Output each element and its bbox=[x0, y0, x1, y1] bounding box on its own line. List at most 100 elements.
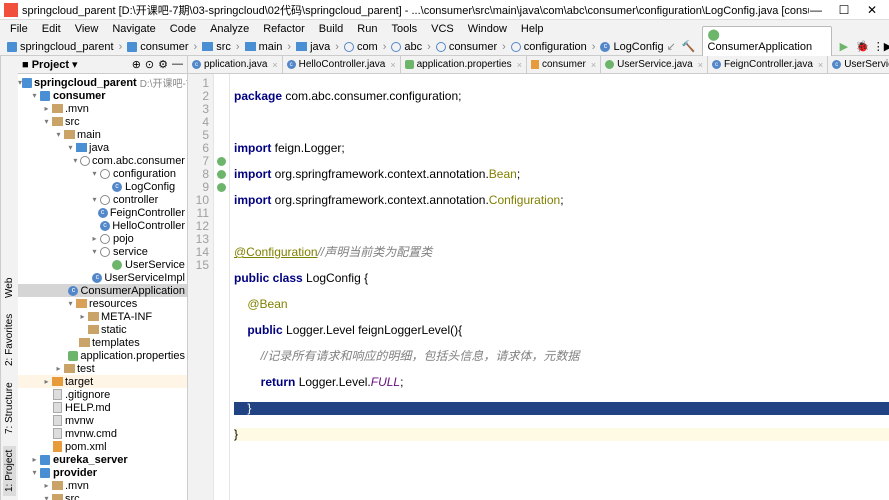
menu-window[interactable]: Window bbox=[462, 22, 513, 36]
tree-mvn[interactable]: ▸.mvn bbox=[18, 102, 187, 115]
tree-psrc[interactable]: ▾src bbox=[18, 492, 187, 500]
bean-gutter-icon[interactable] bbox=[217, 170, 226, 179]
titlebar: springcloud_parent [D:\开课吧-7期\03-springc… bbox=[0, 0, 889, 20]
left-tool-rail: 1: Project 7: Structure 2: Favorites Web bbox=[0, 56, 18, 500]
tree-src[interactable]: ▾src bbox=[18, 115, 187, 128]
tree-usrsvcimpl[interactable]: cUserServiceImpl bbox=[18, 271, 187, 284]
tree-java[interactable]: ▾java bbox=[18, 141, 187, 154]
app-icon bbox=[4, 3, 18, 17]
tree-test[interactable]: ▸test bbox=[18, 362, 187, 375]
editor-tabs: cpplication.java× cHelloController.java×… bbox=[188, 56, 889, 74]
run-icon[interactable]: ▶ bbox=[838, 40, 850, 54]
editor-pane: cpplication.java× cHelloController.java×… bbox=[188, 56, 889, 500]
menu-run[interactable]: Run bbox=[351, 22, 383, 36]
tree-controller[interactable]: ▾controller bbox=[18, 193, 187, 206]
close-icon[interactable]: × bbox=[517, 60, 522, 70]
tree-feignctl[interactable]: cFeignController bbox=[18, 206, 187, 219]
tab-consumer[interactable]: consumer× bbox=[527, 56, 601, 73]
close-icon[interactable]: × bbox=[272, 60, 277, 70]
tree-pmvn[interactable]: ▸.mvn bbox=[18, 479, 187, 492]
tree-mvnwcmd[interactable]: mvnw.cmd bbox=[18, 427, 187, 440]
crumb-abc[interactable]: abc bbox=[388, 41, 425, 53]
tree-gitignore[interactable]: .gitignore bbox=[18, 388, 187, 401]
crumb-file[interactable]: cLogConfig bbox=[597, 41, 666, 53]
tab-appprops[interactable]: application.properties× bbox=[401, 56, 527, 73]
menu-refactor[interactable]: Refactor bbox=[257, 22, 311, 36]
project-header: ■ Project ▾ ⊕ ⊙ ⚙ — bbox=[18, 56, 187, 74]
tab-helloctl[interactable]: cHelloController.java× bbox=[283, 56, 401, 73]
close-icon[interactable]: × bbox=[390, 60, 395, 70]
tree-root[interactable]: ▾springcloud_parentD:\开课吧-7期\03-spring bbox=[18, 76, 187, 89]
navigation-bar: springcloud_parent› consumer› src› main›… bbox=[0, 38, 889, 56]
tab-app-java[interactable]: cpplication.java× bbox=[188, 56, 283, 73]
close-icon[interactable]: × bbox=[698, 60, 703, 70]
crumb-config[interactable]: configuration bbox=[508, 41, 590, 53]
bean-gutter-icon[interactable] bbox=[217, 183, 226, 192]
hide-icon[interactable]: — bbox=[172, 58, 183, 71]
rail-web[interactable]: Web bbox=[3, 273, 16, 301]
crumb-src[interactable]: src bbox=[199, 41, 234, 53]
tree-logconfig[interactable]: cLogConfig bbox=[18, 180, 187, 193]
close-icon[interactable]: × bbox=[591, 60, 596, 70]
editor[interactable]: 123456789101112131415 package com.abc.co… bbox=[188, 74, 889, 500]
menu-build[interactable]: Build bbox=[313, 22, 349, 36]
rail-structure[interactable]: 7: Structure bbox=[3, 378, 16, 438]
hammer-icon[interactable]: 🔨 bbox=[682, 40, 696, 53]
code-area[interactable]: package com.abc.consumer.configuration; … bbox=[230, 74, 889, 500]
tree-pkg[interactable]: ▾com.abc.consumer bbox=[18, 154, 187, 167]
tree-usrsvc[interactable]: UserService bbox=[18, 258, 187, 271]
tree-help[interactable]: HELP.md bbox=[18, 401, 187, 414]
tree-consapp[interactable]: cConsumerApplication bbox=[18, 284, 187, 297]
debug-icon[interactable]: 🐞 bbox=[856, 40, 870, 54]
tree-target[interactable]: ▸target bbox=[18, 375, 187, 388]
minimize-button[interactable]: — bbox=[809, 3, 823, 17]
tab-usrsvc[interactable]: UserService.java× bbox=[601, 56, 708, 73]
tree-static[interactable]: static bbox=[18, 323, 187, 336]
menu-tools[interactable]: Tools bbox=[385, 22, 423, 36]
tree-mvnw[interactable]: mvnw bbox=[18, 414, 187, 427]
tree-main[interactable]: ▾main bbox=[18, 128, 187, 141]
bean-gutter-icon[interactable] bbox=[217, 157, 226, 166]
tree-pojo[interactable]: ▸pojo bbox=[18, 232, 187, 245]
tab-feignctl[interactable]: cFeignController.java× bbox=[708, 56, 828, 73]
rail-project[interactable]: 1: Project bbox=[3, 446, 16, 496]
nav-back-icon[interactable]: ↙ bbox=[667, 40, 676, 53]
project-tree[interactable]: ▾springcloud_parentD:\开课吧-7期\03-spring ▾… bbox=[18, 74, 187, 500]
collapse-icon[interactable]: ⊕ bbox=[132, 58, 141, 71]
crumb-java[interactable]: java bbox=[293, 41, 333, 53]
tree-resources[interactable]: ▾resources bbox=[18, 297, 187, 310]
line-gutter: 123456789101112131415 bbox=[188, 74, 214, 500]
tree-helloctl[interactable]: cHelloController bbox=[18, 219, 187, 232]
tree-provider[interactable]: ▾provider bbox=[18, 466, 187, 479]
close-button[interactable]: ✕ bbox=[865, 3, 879, 17]
menu-help[interactable]: Help bbox=[515, 22, 550, 36]
locate-icon[interactable]: ⊙ bbox=[145, 58, 154, 71]
menu-vcs[interactable]: VCS bbox=[425, 22, 460, 36]
crumb-consumer[interactable]: consumer bbox=[433, 41, 500, 53]
run-dots-icon[interactable]: ⋮▶ bbox=[875, 40, 889, 54]
tree-pom[interactable]: pom.xml bbox=[18, 440, 187, 453]
crumb-root[interactable]: springcloud_parent bbox=[4, 41, 117, 53]
menu-navigate[interactable]: Navigate bbox=[106, 22, 161, 36]
tree-templates[interactable]: templates bbox=[18, 336, 187, 349]
menu-file[interactable]: File bbox=[4, 22, 34, 36]
crumb-main[interactable]: main bbox=[242, 41, 286, 53]
tree-appprops[interactable]: application.properties bbox=[18, 349, 187, 362]
tree-service[interactable]: ▾service bbox=[18, 245, 187, 258]
tree-metainf[interactable]: ▸META-INF bbox=[18, 310, 187, 323]
menu-code[interactable]: Code bbox=[164, 22, 202, 36]
menu-view[interactable]: View bbox=[69, 22, 105, 36]
crumb-module[interactable]: consumer bbox=[124, 41, 191, 53]
close-icon[interactable]: × bbox=[818, 60, 823, 70]
gear-icon[interactable]: ⚙ bbox=[158, 58, 168, 71]
menu-analyze[interactable]: Analyze bbox=[204, 22, 255, 36]
tree-eureka[interactable]: ▸eureka_server bbox=[18, 453, 187, 466]
crumb-com[interactable]: com bbox=[341, 41, 381, 53]
tree-configuration[interactable]: ▾configuration bbox=[18, 167, 187, 180]
rail-favorites[interactable]: 2: Favorites bbox=[3, 310, 16, 370]
tab-usrsvcimpl[interactable]: cUserServiceImpl.java× bbox=[828, 56, 889, 73]
menu-edit[interactable]: Edit bbox=[36, 22, 67, 36]
tree-consumer[interactable]: ▾consumer bbox=[18, 89, 187, 102]
project-view-selector[interactable]: ■ Project ▾ bbox=[22, 58, 78, 71]
maximize-button[interactable]: ☐ bbox=[837, 3, 851, 17]
